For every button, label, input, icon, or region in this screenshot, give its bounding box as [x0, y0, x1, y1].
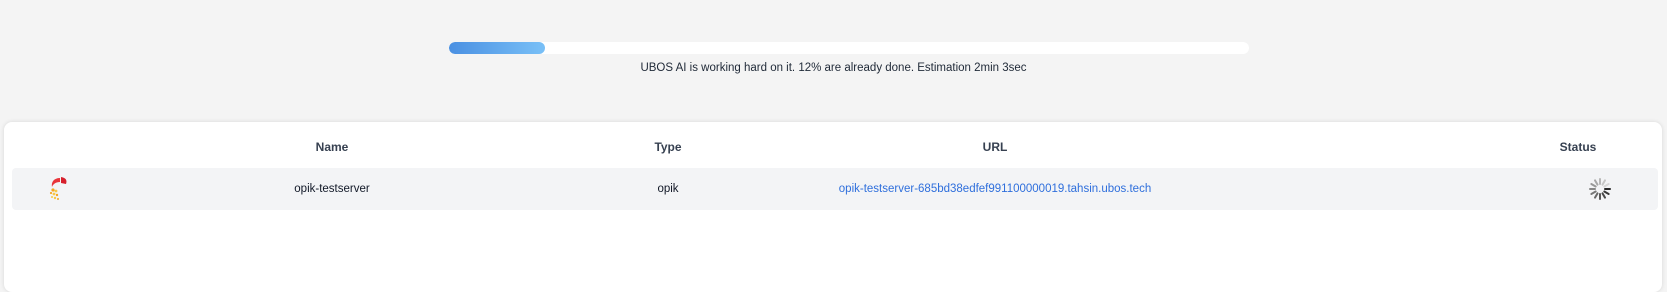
instances-table: Name Type URL Status opik-testserver opi… [4, 122, 1662, 292]
instance-url-link[interactable]: opik-testserver-685bd38edfef991100000019… [839, 183, 1151, 195]
column-header-status[interactable]: Status [1560, 140, 1597, 154]
opik-logo-icon [46, 175, 70, 203]
column-header-url[interactable]: URL [983, 140, 1008, 154]
table-row[interactable]: opik-testserver opik opik-testserver-685… [12, 168, 1658, 210]
instance-name: opik-testserver [294, 183, 370, 195]
progress-bar [449, 42, 1249, 54]
progress-section: UBOS AI is working hard on it. 12% are a… [0, 0, 1667, 118]
progress-status-text: UBOS AI is working hard on it. 12% are a… [640, 62, 1027, 74]
column-header-type[interactable]: Type [654, 140, 681, 154]
progress-bar-fill [449, 42, 545, 54]
table-header: Name Type URL Status [4, 122, 1662, 168]
instance-type: opik [657, 183, 679, 195]
column-header-name[interactable]: Name [316, 140, 349, 154]
loading-spinner-icon [1588, 177, 1612, 201]
